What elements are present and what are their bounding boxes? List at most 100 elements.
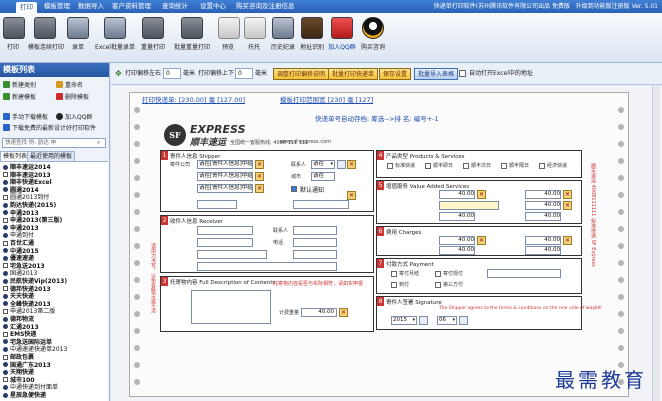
- month-spin-icon[interactable]: [459, 316, 468, 325]
- template-item[interactable]: 百世汇通: [3, 240, 34, 247]
- template-item[interactable]: 申通2013: [3, 210, 39, 217]
- month-select[interactable]: 06: [437, 316, 457, 325]
- menu-data-import[interactable]: 数据导入: [74, 0, 108, 13]
- template-item[interactable]: 圆通2014: [3, 187, 39, 194]
- sender-ref2-input[interactable]: [293, 200, 349, 209]
- template-item[interactable]: 申通2013: [3, 225, 39, 232]
- clear-icon[interactable]: ✕: [347, 191, 356, 200]
- offset-lr-input[interactable]: 0: [163, 68, 181, 79]
- template-item[interactable]: 中通速递快递单2013: [3, 346, 67, 353]
- address-book-icon[interactable]: [337, 160, 346, 169]
- history-button[interactable]: 历史纪录: [270, 17, 296, 61]
- batch-weight-print-button[interactable]: 批量重量打印: [172, 17, 212, 61]
- batch-import-button[interactable]: 批量导入表格: [414, 68, 459, 80]
- template-item[interactable]: 申通2013第二版: [3, 308, 55, 315]
- clear-icon[interactable]: ✕: [563, 201, 572, 210]
- template-item[interactable]: 天翔快递: [3, 369, 34, 376]
- menu-query-stats[interactable]: 查询统计: [158, 0, 192, 13]
- contents-textarea[interactable]: [191, 290, 271, 324]
- value-added-input-2[interactable]: 40.00: [525, 190, 561, 199]
- template-item[interactable]: 顺丰快递Excel: [3, 179, 52, 186]
- template-continuous-print-button[interactable]: 模板连续打印: [28, 17, 64, 61]
- charges-input-1[interactable]: 40.00: [439, 236, 475, 245]
- 托托-button[interactable]: 托托: [244, 17, 266, 61]
- product-option-checkbox[interactable]: [425, 163, 431, 169]
- value-added-input-1[interactable]: 40.00: [439, 190, 475, 199]
- receiver-contact-input[interactable]: [293, 226, 337, 235]
- template-item[interactable]: 宅急送国际运单: [3, 339, 52, 346]
- template-item[interactable]: 德邦快递2013: [3, 286, 51, 293]
- download-latest-link[interactable]: 下载免费的最新设计好打印软件: [3, 124, 96, 134]
- clear-icon[interactable]: ✕: [563, 190, 572, 199]
- value-added-input-3[interactable]: 40.00: [525, 201, 561, 210]
- template-item[interactable]: 顺丰速运2013: [3, 172, 51, 179]
- default-notify-checkbox[interactable]: [291, 186, 297, 192]
- template-item[interactable]: 優速速递: [3, 255, 34, 262]
- clear-icon[interactable]: ✕: [255, 184, 264, 193]
- search-icon[interactable]: ⌕: [97, 139, 104, 147]
- template-item[interactable]: 汇通2013: [3, 324, 39, 331]
- auto-open-excel-checkbox[interactable]: [459, 70, 466, 77]
- template-item[interactable]: 星辰急便快递: [3, 392, 46, 399]
- template-item[interactable]: 城市100: [3, 377, 35, 384]
- rename-button[interactable]: 重命名: [56, 81, 83, 91]
- product-option-checkbox[interactable]: [463, 163, 469, 169]
- product-option-checkbox[interactable]: [387, 163, 393, 169]
- enter-waybill-button[interactable]: 录单: [67, 17, 89, 61]
- payment-option-checkbox[interactable]: [435, 271, 441, 277]
- template-item[interactable]: 圆通2013到付: [3, 194, 49, 201]
- clear-icon[interactable]: ✕: [477, 190, 486, 199]
- template-item[interactable]: 民航快递Vip(2013): [3, 278, 67, 285]
- clear-icon[interactable]: ✕: [563, 236, 572, 245]
- declared-value-boxes[interactable]: [439, 201, 499, 210]
- charges-input-3[interactable]: 40.00: [439, 246, 475, 255]
- delete-template-button[interactable]: 删除模板: [56, 93, 89, 103]
- address-recognize-button[interactable]: 地址识别: [299, 17, 325, 61]
- manual-download-button[interactable]: 手动下载模板: [3, 113, 48, 123]
- sender-address-input-2[interactable]: 请在[寄件人信息]中给: [197, 184, 253, 193]
- purchase-consult-button[interactable]: 购买咨询: [360, 17, 386, 61]
- template-item[interactable]: EMS快递: [3, 331, 36, 338]
- template-item[interactable]: 国通广东2013: [3, 362, 51, 369]
- template-item[interactable]: 国通2013: [3, 270, 37, 277]
- sender-address-input-1[interactable]: 请在[寄件人信息]中给: [197, 172, 253, 181]
- value-added-input-4[interactable]: 40.00: [439, 212, 475, 221]
- tab-template-list[interactable]: 模板列表: [0, 151, 31, 161]
- template-size-line[interactable]: 模板打印范围宽 [230] 毫 [127]: [280, 96, 373, 105]
- product-option-checkbox[interactable]: [539, 163, 545, 169]
- clear-icon[interactable]: ✕: [255, 172, 264, 181]
- vertical-scrollbar[interactable]: [652, 86, 660, 401]
- year-select[interactable]: 2015: [391, 316, 417, 325]
- product-option-checkbox[interactable]: [501, 163, 507, 169]
- sender-company-input[interactable]: 请在[寄件人信息]中给: [197, 160, 253, 169]
- receiver-tel-input[interactable]: [293, 238, 337, 247]
- charges-input-4[interactable]: 40.00: [525, 246, 561, 255]
- clear-icon[interactable]: ✕: [347, 160, 356, 169]
- template-item[interactable]: 邮政包裹: [3, 354, 34, 361]
- receiver-address-input-2[interactable]: [197, 250, 267, 259]
- save-settings-button[interactable]: 保存设置: [379, 68, 412, 80]
- payment-option-checkbox[interactable]: [435, 282, 441, 288]
- new-template-button[interactable]: 新建模板: [3, 93, 36, 103]
- offset-ud-input[interactable]: 0: [235, 68, 253, 79]
- new-type-button[interactable]: 新建类别: [3, 81, 36, 91]
- weight-input[interactable]: 40.00: [301, 308, 337, 317]
- clear-icon[interactable]: ✕: [255, 160, 264, 169]
- template-item[interactable]: 中通2015: [3, 248, 39, 255]
- template-item[interactable]: 申通2013(第三版): [3, 217, 62, 224]
- payment-option-checkbox[interactable]: [391, 271, 397, 277]
- receiver-address-input-1[interactable]: [197, 238, 253, 247]
- batch-print-button[interactable]: 批量打印快递单: [328, 68, 379, 80]
- template-item[interactable]: 全峰快递2013: [3, 301, 51, 308]
- auto-number-line[interactable]: 快递单号自动存档: 筹选-->排 名: 编号+-1: [315, 115, 439, 124]
- sender-contact-select[interactable]: 请在: [311, 160, 335, 169]
- sender-ref-input[interactable]: [197, 200, 237, 209]
- print-range-line[interactable]: 打印快递单: [230.00] 毫 [127.00]: [142, 96, 245, 105]
- value-added-input-5[interactable]: 40.00: [525, 212, 561, 221]
- template-item[interactable]: 宅急送2013: [3, 263, 45, 270]
- menu-settings-center[interactable]: 设置中心: [196, 0, 230, 13]
- charges-input-2[interactable]: 40.00: [525, 236, 561, 245]
- menu-purchase-info[interactable]: 购买咨询及注册信息: [232, 0, 299, 13]
- excel-batch-enter-button[interactable]: Excel批量录单: [95, 17, 135, 61]
- template-item[interactable]: 天天快递: [3, 293, 34, 300]
